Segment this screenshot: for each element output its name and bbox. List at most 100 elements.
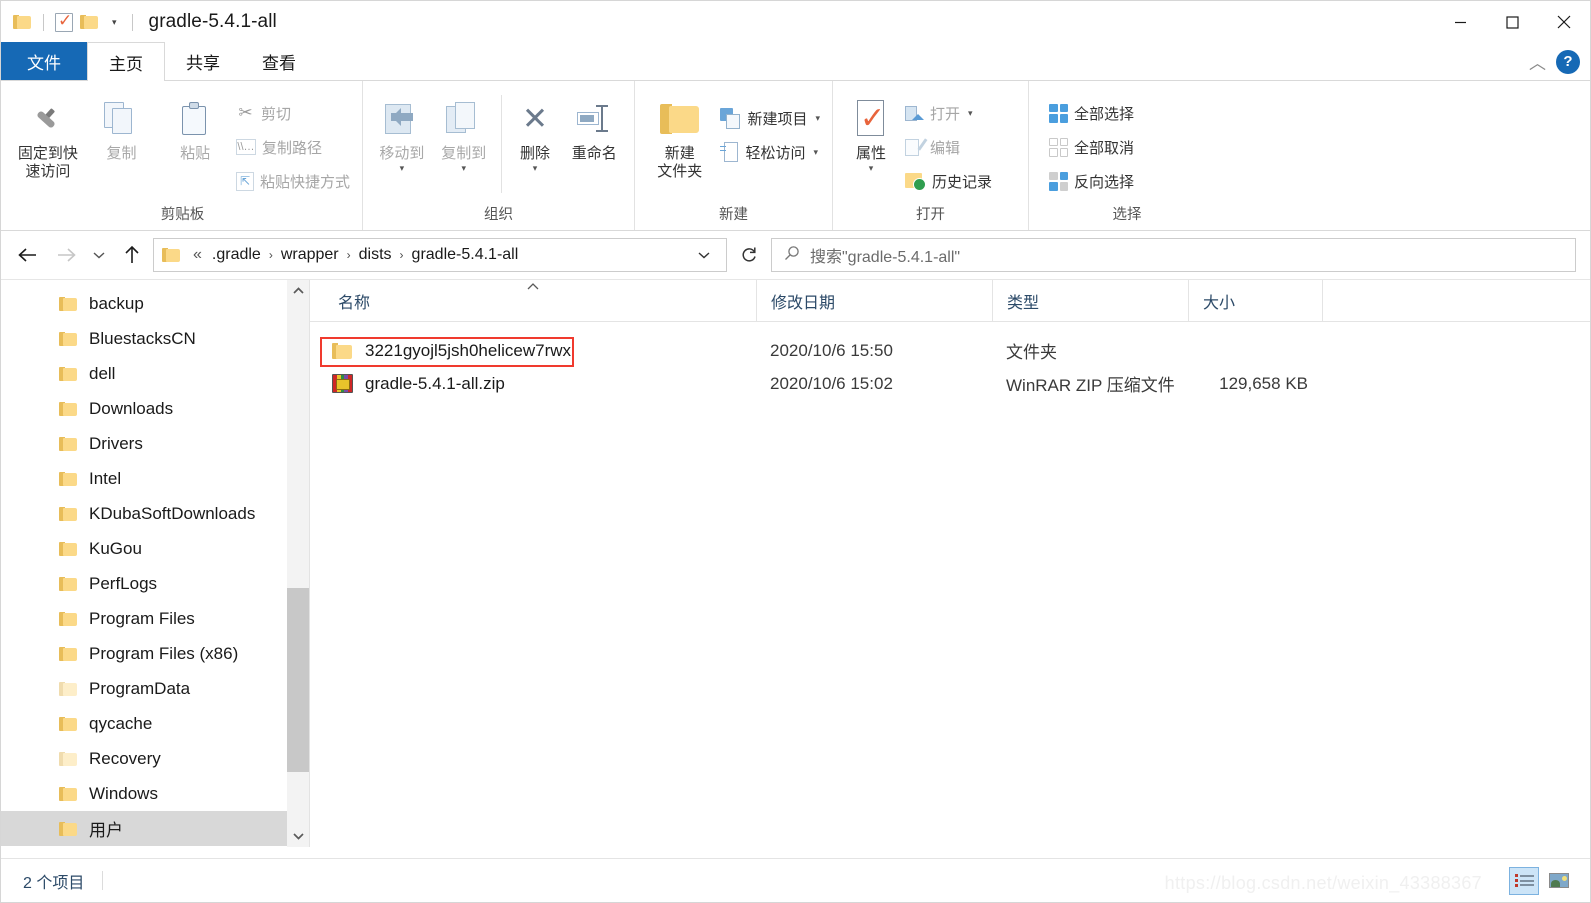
tree-item-users[interactable]: 用户 — [1, 811, 309, 846]
new-item-button[interactable]: 新建项目 ▾ — [716, 103, 824, 133]
copy-path-icon: \\… — [235, 139, 256, 155]
new-item-label: 新建项目 — [747, 110, 808, 128]
pin-label-line1: 固定到快 — [17, 145, 78, 162]
chevron-down-icon[interactable]: ▾ — [869, 163, 874, 172]
tab-view[interactable]: 查看 — [241, 42, 317, 80]
tab-home[interactable]: 主页 — [87, 42, 165, 81]
paste-shortcut-button[interactable]: ⇱ 粘贴快捷方式 — [232, 166, 354, 196]
open-button[interactable]: 打开 ▾ — [901, 98, 996, 128]
tree-item-downloads[interactable]: Downloads — [1, 391, 309, 426]
tree-item-label: qycache — [89, 713, 153, 733]
chevron-up-icon[interactable]: ︿ — [1529, 49, 1546, 74]
minimize-button[interactable] — [1434, 1, 1486, 43]
tree-item-program-files[interactable]: Program Files — [1, 601, 309, 636]
file-size-cell: 129,658 KB — [1219, 373, 1308, 393]
folder-icon[interactable] — [13, 14, 32, 30]
paste-button[interactable]: 粘贴 — [158, 91, 232, 163]
table-row[interactable]: 3221gyojl5jsh0helicew7rwx 2020/10/6 15:5… — [310, 334, 1590, 367]
tab-file[interactable]: 文件 — [1, 42, 87, 80]
new-folder-button[interactable]: 新建 文件夹 — [643, 91, 716, 180]
breadcrumb-separator[interactable]: › — [268, 248, 274, 262]
tree-item-kugou[interactable]: KuGou — [1, 531, 309, 566]
recent-locations-button[interactable] — [87, 238, 111, 272]
navigation-scrollbar[interactable] — [287, 280, 309, 847]
new-folder-icon — [659, 97, 700, 141]
new-folder-icon[interactable] — [80, 14, 99, 30]
properties-button[interactable]: ✓ 属性 ▾ — [841, 91, 901, 172]
breadcrumb-item-wrapper[interactable]: wrapper — [276, 244, 344, 266]
column-header-name[interactable]: 名称 — [310, 280, 756, 322]
tree-item-perflogs[interactable]: PerfLogs — [1, 566, 309, 601]
thumbnail-view-button[interactable] — [1544, 867, 1574, 895]
chevron-down-icon[interactable]: ▾ — [815, 113, 820, 124]
help-icon[interactable]: ? — [1556, 49, 1580, 74]
search-input[interactable]: 搜索"gradle-5.4.1-all" — [771, 238, 1576, 272]
chevron-down-icon[interactable] — [690, 248, 718, 262]
tree-item-intel[interactable]: Intel — [1, 461, 309, 496]
refresh-button[interactable] — [731, 238, 767, 272]
tree-item-programdata[interactable]: ProgramData — [1, 671, 309, 706]
scroll-up-arrow-icon[interactable] — [287, 280, 309, 302]
tree-item-label: Windows — [89, 783, 158, 803]
column-header-type[interactable]: 类型 — [992, 279, 1188, 322]
up-button[interactable] — [115, 238, 149, 272]
copy-button[interactable]: 复制 — [85, 91, 159, 163]
breadcrumb-item-current[interactable]: gradle-5.4.1-all — [407, 244, 524, 266]
move-to-button[interactable]: 移动到 ▾ — [371, 91, 433, 172]
select-all-button[interactable]: 全部选择 — [1045, 98, 1138, 128]
ribbon-group-organize: 移动到 ▾ 复制到 ▾ ✕ 删除 ▾ 重命名 组织 — [363, 81, 635, 230]
delete-button[interactable]: ✕ 删除 ▾ — [508, 91, 563, 172]
copy-path-button[interactable]: \\… 复制路径 — [232, 132, 354, 162]
tree-item-bluestackscn[interactable]: BluestacksCN — [1, 321, 309, 356]
ribbon-controls: ︿ ? — [1529, 49, 1580, 74]
column-header-size[interactable]: 大小 — [1188, 279, 1322, 322]
folder-icon — [59, 506, 78, 522]
history-button[interactable]: 历史记录 — [901, 166, 996, 196]
chevron-down-icon[interactable]: ▾ — [400, 163, 405, 172]
chevron-down-icon[interactable]: ▾ — [533, 163, 538, 172]
address-breadcrumb-bar[interactable]: « .gradle › wrapper › dists › gradle-5.4… — [153, 238, 727, 272]
tree-item-kdubasoftdownloads[interactable]: KDubaSoftDownloads — [1, 496, 309, 531]
open-icon — [905, 104, 924, 123]
scroll-down-arrow-icon[interactable] — [287, 825, 309, 847]
chevron-down-icon[interactable]: ▾ — [813, 147, 818, 158]
column-header-spacer — [1322, 279, 1590, 322]
breadcrumb-separator[interactable]: › — [346, 248, 352, 262]
close-button[interactable] — [1538, 1, 1590, 43]
chevron-down-icon[interactable]: ▾ — [108, 17, 121, 28]
pin-to-quick-access-button[interactable]: 固定到快 速访问 — [11, 91, 85, 180]
pin-icon — [33, 97, 63, 141]
column-header-date[interactable]: 修改日期 — [756, 279, 992, 322]
maximize-button[interactable] — [1486, 1, 1538, 43]
scrollbar-thumb[interactable] — [287, 588, 309, 772]
folder-icon — [59, 471, 78, 487]
tree-item-backup[interactable]: backup — [1, 286, 309, 321]
rename-button[interactable]: 重命名 — [562, 91, 626, 163]
cut-button[interactable]: ✂ 剪切 — [232, 98, 354, 128]
tab-share[interactable]: 共享 — [165, 42, 241, 80]
tree-item-dell[interactable]: dell — [1, 356, 309, 391]
forward-button[interactable] — [49, 238, 83, 272]
tree-item-recovery[interactable]: Recovery — [1, 741, 309, 776]
easy-access-button[interactable]: 轻松访问 ▾ — [716, 137, 824, 167]
breadcrumb-item-dists[interactable]: dists — [354, 244, 397, 266]
details-view-button[interactable] — [1509, 866, 1539, 895]
select-none-button[interactable]: 全部取消 — [1045, 132, 1138, 162]
scrollbar-track[interactable] — [287, 302, 309, 825]
chevron-down-icon[interactable]: ▾ — [968, 108, 973, 119]
table-row[interactable]: gradle-5.4.1-all.zip 2020/10/6 15:02 Win… — [310, 367, 1590, 400]
properties-check-icon[interactable] — [55, 11, 73, 32]
breadcrumb-item-gradle[interactable]: .gradle — [207, 244, 266, 266]
group-title-clipboard: 剪贴板 — [160, 207, 205, 223]
tree-item-drivers[interactable]: Drivers — [1, 426, 309, 461]
breadcrumb-separator[interactable]: › — [399, 248, 405, 262]
edit-button[interactable]: 编辑 — [901, 132, 996, 162]
breadcrumb-overflow[interactable]: « — [187, 244, 205, 266]
tree-item-program-files-x86[interactable]: Program Files (x86) — [1, 636, 309, 671]
tree-item-windows[interactable]: Windows — [1, 776, 309, 811]
invert-selection-button[interactable]: 反向选择 — [1045, 166, 1138, 196]
back-button[interactable] — [11, 238, 45, 272]
copy-to-button[interactable]: 复制到 ▾ — [433, 91, 495, 172]
chevron-down-icon[interactable]: ▾ — [462, 163, 467, 172]
tree-item-qycache[interactable]: qycache — [1, 706, 309, 741]
